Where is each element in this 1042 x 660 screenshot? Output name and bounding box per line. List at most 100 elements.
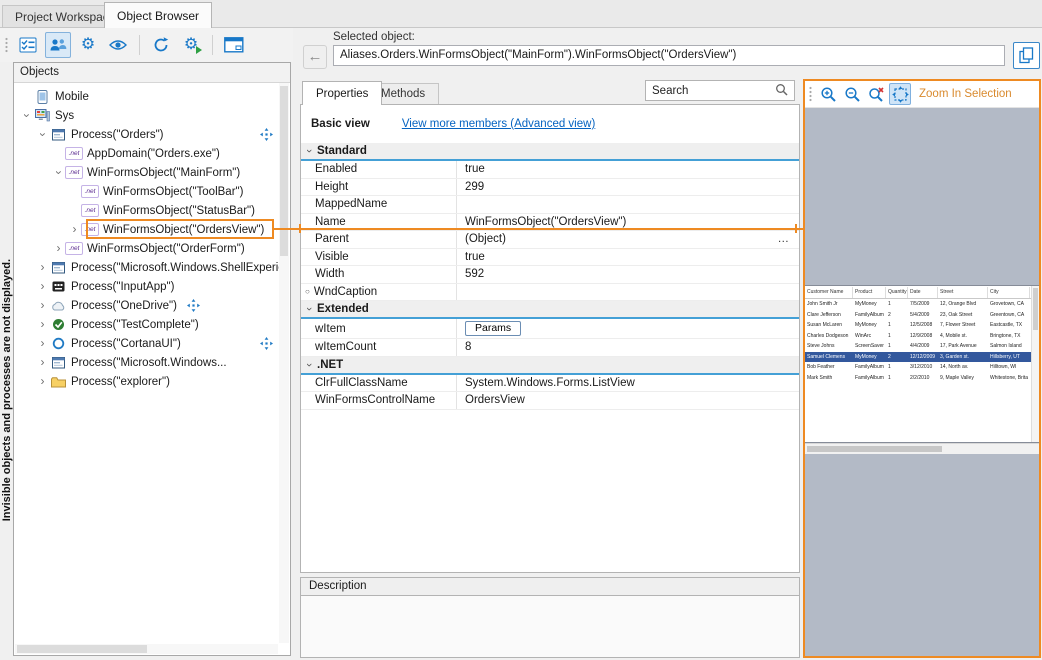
property-row[interactable]: ClrFullClassNameSystem.Windows.Forms.Lis…	[301, 375, 799, 393]
property-value: (Object)	[465, 233, 506, 245]
thumbnail-cell: 5/4/2009	[908, 310, 938, 321]
property-row[interactable]: Enabledtrue	[301, 161, 799, 179]
property-name: WinFormsControlName	[315, 394, 435, 406]
tree-item[interactable]: ›.netWinFormsObject("MainForm")	[14, 163, 279, 182]
thumbnail-cell: FamilyAlbum	[853, 362, 886, 373]
tree-item[interactable]: › Process("Microsoft.Windows.ShellExperie…	[14, 258, 279, 277]
tab-properties[interactable]: Properties	[302, 81, 382, 105]
thumbnail-cell: Whitestone, Brita	[988, 373, 1030, 384]
scrollbar-thumb[interactable]	[280, 86, 288, 256]
visibility-eye-button[interactable]	[105, 32, 131, 58]
property-row[interactable]: Width592	[301, 266, 799, 284]
thumbnail-cell: Eastcastle, TX	[988, 320, 1030, 331]
property-row[interactable]: wItem Params	[301, 319, 799, 339]
tree-item[interactable]: ›Process("InputApp")	[14, 277, 279, 296]
expand-icon[interactable]: ›	[36, 278, 49, 295]
property-name: wItem	[315, 323, 346, 335]
expand-icon[interactable]: ›	[36, 297, 49, 314]
property-row[interactable]: Height299	[301, 179, 799, 197]
property-name: MappedName	[315, 198, 387, 210]
objects-vertical-scrollbar[interactable]	[279, 83, 289, 643]
show-objects-button[interactable]	[45, 32, 71, 58]
copy-button[interactable]	[1013, 42, 1040, 69]
highlight-on-screen-icon[interactable]	[260, 128, 273, 141]
expand-icon[interactable]: ›	[52, 240, 65, 257]
window-view-button[interactable]	[221, 32, 247, 58]
expand-value-button[interactable]: …	[778, 233, 800, 245]
tab-object-browser[interactable]: Object Browser	[104, 2, 212, 28]
thumbnail-cell: 2	[886, 352, 908, 363]
tree-item-label: Process("CortanaUI")	[71, 338, 181, 350]
tree-item[interactable]: ›Process("Microsoft.Windows...	[14, 353, 279, 372]
expand-icon[interactable]: ›	[36, 373, 49, 390]
refresh-button[interactable]	[148, 32, 174, 58]
tree-item[interactable]: › Process("CortanaUI")	[14, 334, 279, 353]
tree-item[interactable]: .netAppDomain("Orders.exe")	[14, 144, 279, 163]
search-input[interactable]: Search	[645, 80, 795, 101]
property-row[interactable]: WinFormsControlNameOrdersView	[301, 392, 799, 410]
sys-icon	[33, 109, 51, 122]
highlight-on-screen-icon[interactable]	[187, 299, 200, 312]
advanced-view-link[interactable]: View more members (Advanced view)	[402, 118, 595, 130]
tree-item[interactable]: ›Process("OneDrive")	[14, 296, 279, 315]
toolbar-grip[interactable]	[4, 37, 9, 53]
property-row[interactable]: NameWinFormsObject("OrdersView")	[301, 214, 799, 232]
expand-icon[interactable]: ›	[36, 335, 49, 352]
thumbnail-cell: 23, Oak Street	[938, 310, 988, 321]
objects-horizontal-scrollbar[interactable]	[15, 644, 278, 654]
section-header[interactable]: ›Standard	[301, 143, 799, 161]
tree-item[interactable]: .netWinFormsObject("StatusBar")	[14, 201, 279, 220]
description-header[interactable]: Description	[300, 577, 800, 596]
tree-item[interactable]: ›Sys	[14, 106, 279, 125]
view-mode-row: Basic view View more members (Advanced v…	[301, 105, 799, 143]
thumbnail-cell: Greentown, CA	[988, 310, 1030, 321]
tree-item[interactable]: .netWinFormsObject("ToolBar")	[14, 182, 279, 201]
zoom-out-button[interactable]	[841, 83, 863, 105]
thumbnail-cell: MyMoney	[853, 299, 886, 310]
property-value: 592	[465, 268, 484, 280]
expand-icon[interactable]: ›	[36, 259, 49, 276]
checklist-button[interactable]	[15, 32, 41, 58]
highlight-on-screen-icon[interactable]	[260, 337, 273, 350]
thumbnail-column-header: Customer Name	[805, 287, 853, 298]
tree-item[interactable]: ›Process("TestComplete")	[14, 315, 279, 334]
net-icon: .net	[81, 185, 99, 198]
process-icon	[49, 129, 67, 141]
property-row[interactable]: Parent(Object)…	[301, 231, 799, 249]
toolbar-grip[interactable]	[808, 86, 813, 102]
thumbnail-cell: 14, North av.	[938, 362, 988, 373]
params-button[interactable]: Params	[465, 321, 521, 336]
selected-object-field[interactable]: Aliases.Orders.WinFormsObject("MainForm"…	[333, 45, 1005, 66]
settings-gear-button[interactable]: ⚙	[75, 32, 101, 58]
tree-item[interactable]: ›Process("Orders")	[14, 125, 279, 144]
property-row[interactable]: MappedName	[301, 196, 799, 214]
tree-item[interactable]: ›Process("explorer")	[14, 372, 279, 391]
property-row[interactable]: ○WndCaption	[301, 284, 799, 302]
section-header[interactable]: ›Extended	[301, 301, 799, 319]
zoom-in-button[interactable]	[817, 83, 839, 105]
section-header[interactable]: ›.NET	[301, 357, 799, 375]
thumbnail-cell: 7, Flower Street	[938, 320, 988, 331]
collapse-icon[interactable]: ›	[18, 109, 35, 122]
tree-item-selected[interactable]: ›.netWinFormsObject("OrdersView")	[14, 220, 279, 239]
property-row[interactable]: Visibletrue	[301, 249, 799, 267]
tree-item-label: Process("Microsoft.Windows.ShellExperien…	[71, 262, 279, 274]
tree-item[interactable]: Mobile	[14, 87, 279, 106]
collapse-icon[interactable]: ›	[50, 166, 67, 179]
expand-icon[interactable]: ›	[68, 221, 81, 238]
object-thumbnail: Customer NameProductQuantityDateStreetCi…	[805, 285, 1039, 443]
run-settings-button[interactable]: ⚙	[178, 32, 204, 58]
collapse-icon[interactable]: ›	[34, 128, 51, 141]
expand-icon[interactable]: ›	[36, 316, 49, 333]
thumbnail-header-row: Customer NameProductQuantityDateStreetCi…	[805, 287, 1039, 299]
scrollbar-thumb[interactable]	[17, 645, 147, 653]
thumbnail-cell: 12/9/2008	[908, 331, 938, 342]
thumbnail-cell: 1	[886, 341, 908, 352]
zoom-in-selection-button[interactable]	[889, 83, 911, 105]
thumbnail-cell: Hillsberry, UT	[988, 352, 1030, 363]
zoom-cancel-button[interactable]	[865, 83, 887, 105]
property-row[interactable]: wItemCount8	[301, 339, 799, 357]
expand-icon[interactable]: ›	[36, 354, 49, 371]
tree-item[interactable]: ›.netWinFormsObject("OrderForm")	[14, 239, 279, 258]
back-button[interactable]: ←	[303, 45, 327, 69]
